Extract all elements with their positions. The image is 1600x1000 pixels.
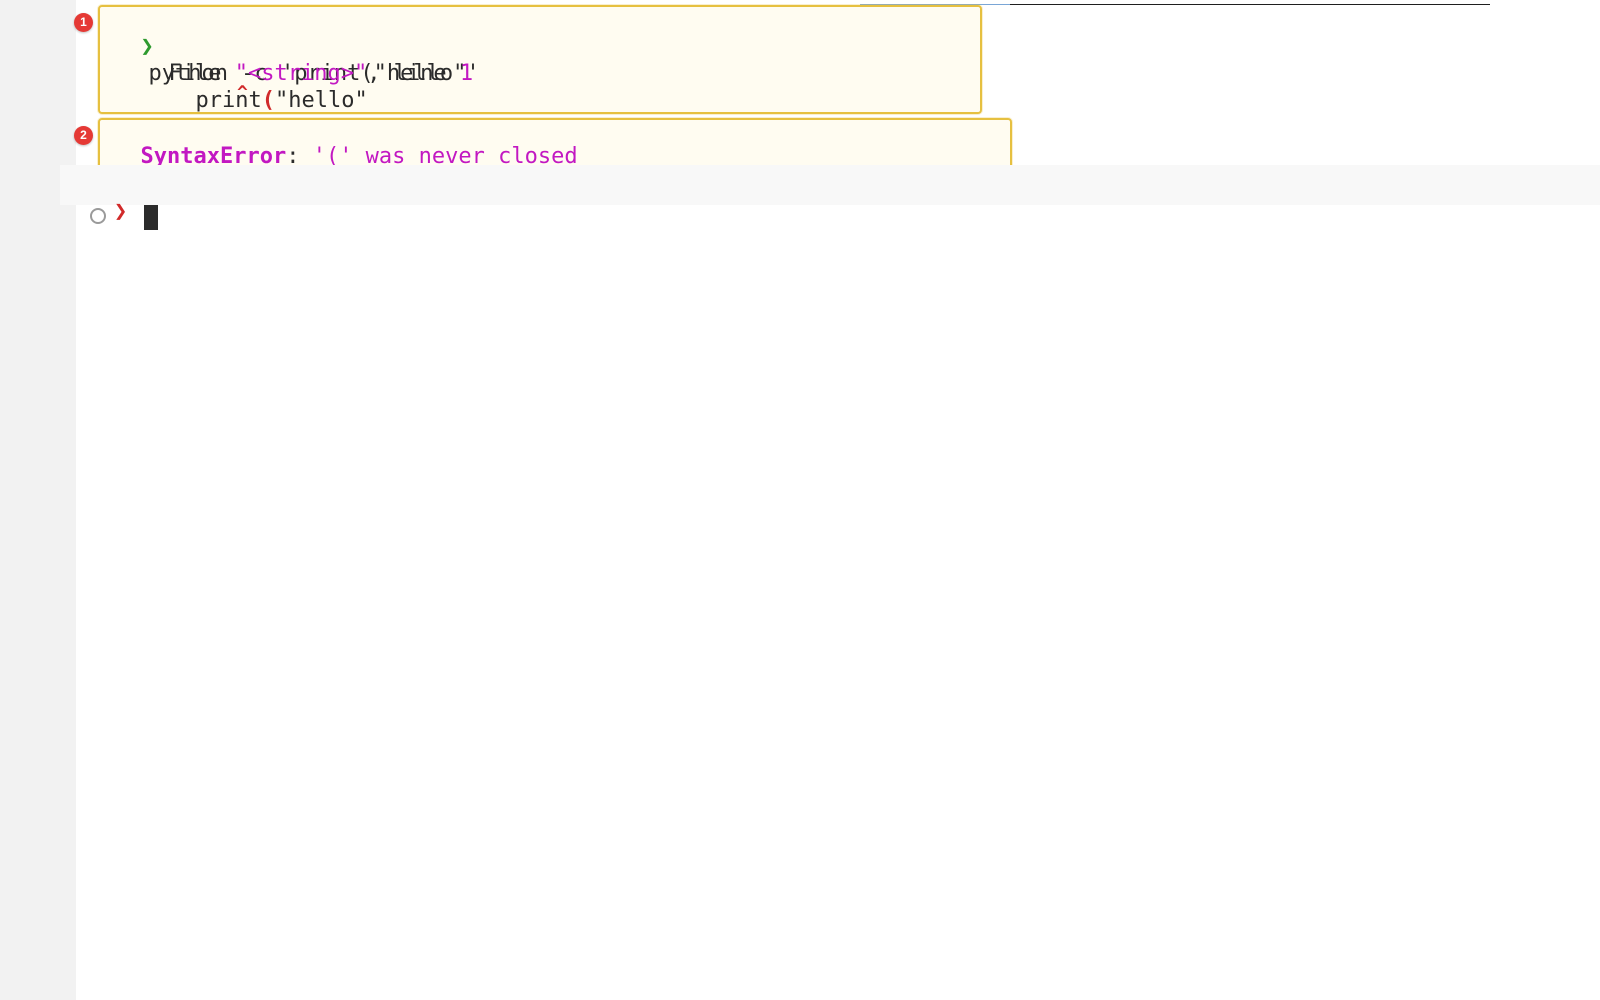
left-gutter [0,0,76,1000]
traceback-code-paren: ( [261,88,275,113]
traceback-caret: ^ [237,82,248,103]
top-divider [1010,4,1490,5]
annotation-marker-2: 2 [74,126,93,145]
traceback-line-number: 1 [459,61,474,86]
text-cursor[interactable] [144,205,158,230]
traceback-code-after: "hello" [274,88,368,113]
annotation-marker-1: 1 [74,13,93,32]
status-ring-icon [90,208,106,224]
traceback-line-text: , line [367,61,460,86]
traceback-code-before: print [195,88,262,113]
prompt-error-icon: ❯ [114,199,128,224]
input-area-band [60,165,1600,205]
traceback-code-line: print("hello" [169,60,368,114]
error-line: SyntaxError: '(' was never closed [114,116,578,170]
